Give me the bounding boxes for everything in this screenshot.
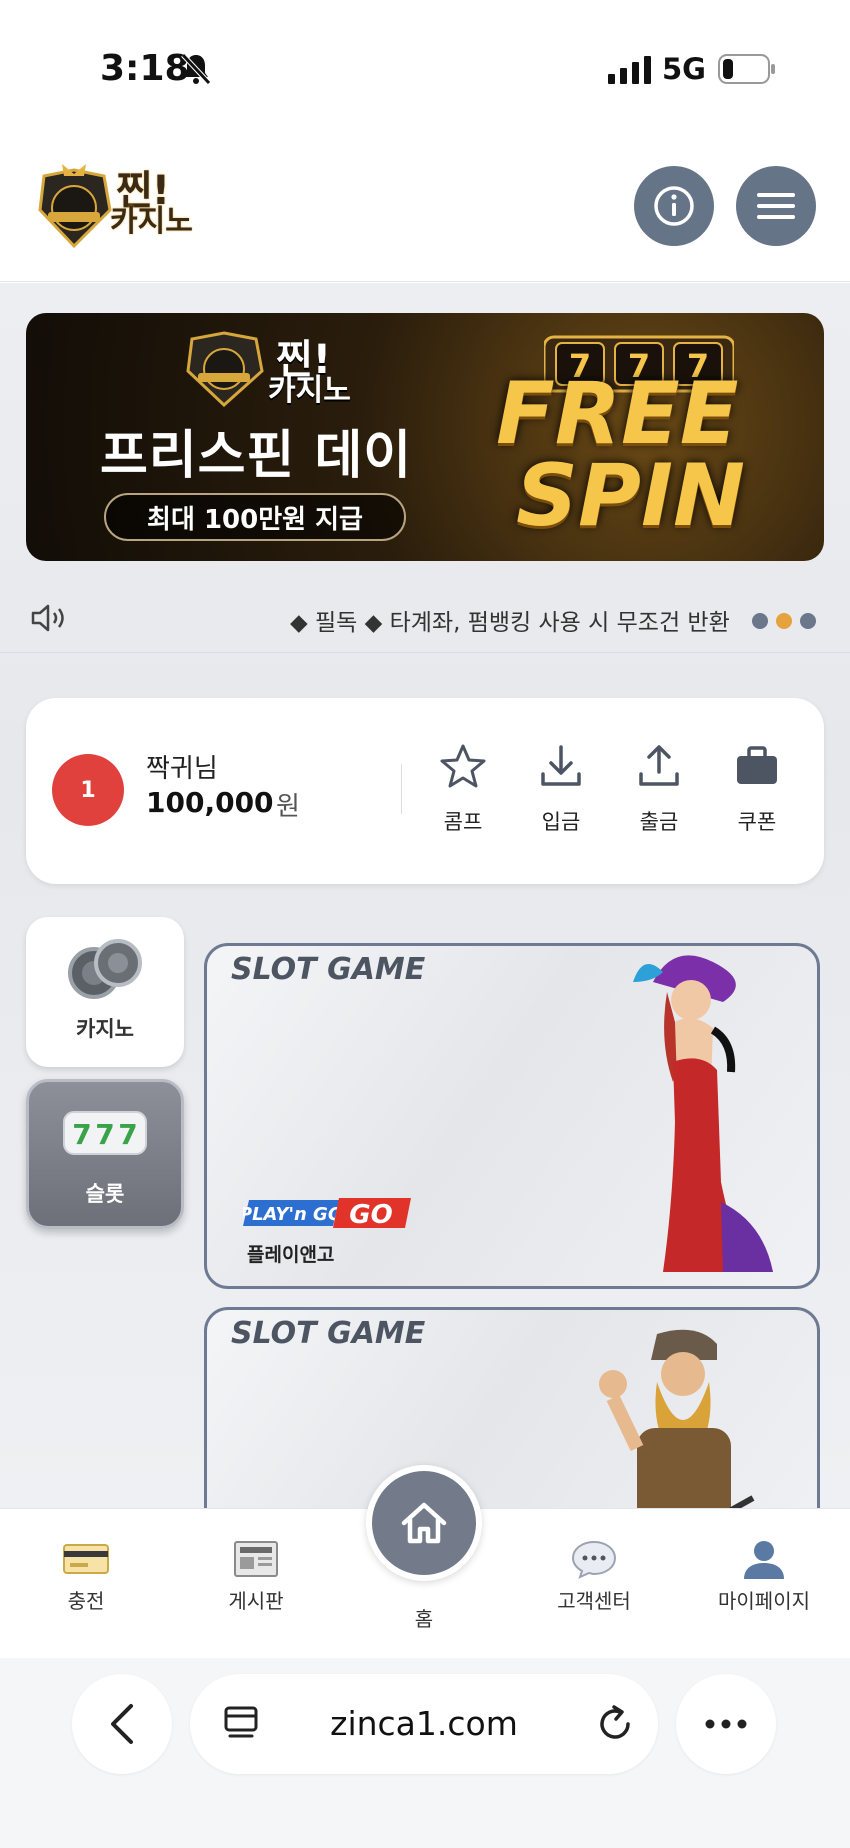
- game-tag: SLOT GAME: [231, 1316, 426, 1351]
- newspaper-icon: [234, 1541, 278, 1577]
- hamburger-icon: [757, 193, 795, 219]
- user-name: 짝귀님: [146, 754, 218, 784]
- more-button[interactable]: [676, 1674, 776, 1774]
- level-badge: 1: [52, 754, 124, 826]
- url-text: zinca1.com: [330, 1704, 518, 1743]
- home-icon: [401, 1502, 447, 1544]
- notice-text: ◆ 필독 ◆ 타계좌, 펌뱅킹 사용 시 무조건 반환: [290, 610, 730, 636]
- download-icon: [541, 745, 581, 786]
- category-label: 슬롯: [85, 1182, 125, 1206]
- banner-pill: 최대 100만원 지급: [104, 493, 406, 541]
- nav-label: 충전: [67, 1589, 105, 1613]
- address-bar[interactable]: zinca1.com: [190, 1674, 658, 1774]
- main-content: 찐! 카지노 프리스핀 데이 최대 100만원 지급 7 7 7 FREE SP…: [0, 283, 850, 1508]
- reload-icon[interactable]: [596, 1704, 634, 1744]
- status-bar: 3:18 5G: [0, 0, 850, 140]
- action-label: 콤프: [443, 810, 483, 834]
- speaker-icon[interactable]: [30, 603, 68, 633]
- nav-label: 고객센터: [557, 1589, 631, 1613]
- action-label: 출금: [639, 810, 679, 834]
- bottom-nav: 충전 게시판 홈 고객센터 마이페이지: [0, 1465, 850, 1658]
- carousel-dots: [752, 613, 816, 629]
- nav-label: 마이페이지: [718, 1589, 810, 1613]
- nav-home-button[interactable]: [366, 1465, 482, 1581]
- nav-mypage[interactable]: 마이페이지: [694, 1539, 834, 1614]
- playngo-logo-icon: PLAY'n GO GO: [239, 1198, 411, 1230]
- banner-spin-text: SPIN: [516, 446, 745, 546]
- menu-button[interactable]: [736, 166, 816, 246]
- game-card-2[interactable]: SLOT GAME: [204, 1307, 820, 1508]
- banner-title: 프리스핀 데이: [100, 426, 413, 486]
- user-card: 1 짝귀님 100,000 원 콤프 입금 출금 쿠폰: [26, 698, 824, 884]
- carousel-dot[interactable]: [800, 613, 816, 629]
- battery-icon: [718, 54, 775, 84]
- nav-support[interactable]: 고객센터: [524, 1539, 664, 1614]
- svg-text:7: 7: [95, 1118, 114, 1151]
- withdraw-button[interactable]: 출금: [614, 742, 704, 852]
- svg-text:7: 7: [118, 1118, 137, 1151]
- svg-text:GO: GO: [349, 1200, 392, 1230]
- divider: [401, 764, 402, 814]
- balance-currency: 원: [276, 792, 300, 822]
- svg-text:7: 7: [72, 1118, 91, 1151]
- category-label: 카지노: [76, 1017, 134, 1041]
- balance-amount: 100,000: [146, 786, 274, 819]
- info-button[interactable]: [634, 166, 714, 246]
- back-button[interactable]: [72, 1674, 172, 1774]
- card-icon: [63, 1544, 109, 1574]
- brand-logo[interactable]: 찐! 카지노: [0, 140, 240, 282]
- game-tag: SLOT GAME: [231, 952, 426, 987]
- dwarf-miner-character-icon: [599, 1329, 755, 1508]
- coupon-button[interactable]: 쿠폰: [712, 742, 802, 852]
- signal-icon: [608, 56, 651, 84]
- provider-logo-text: PLAY'n GO: [243, 1204, 343, 1225]
- network-label: 5G: [662, 52, 706, 86]
- nav-charge[interactable]: 충전: [16, 1539, 156, 1614]
- slot-reels-icon: 7 7 7: [63, 1111, 147, 1155]
- provider-name: 플레이앤고: [247, 1244, 335, 1266]
- notice-ticker: ◆ 필독 ◆ 타계좌, 펌뱅킹 사용 시 무조건 반환: [0, 583, 850, 653]
- promo-banner[interactable]: 찐! 카지노 프리스핀 데이 최대 100만원 지급 7 7 7 FREE SP…: [26, 313, 824, 561]
- category-slot[interactable]: 7 7 7 슬롯: [26, 1079, 184, 1229]
- category-casino[interactable]: 카지노: [26, 917, 184, 1067]
- bell-muted-icon: [181, 53, 211, 85]
- info-icon: [654, 186, 694, 226]
- browser-toolbar: zinca1.com: [0, 1658, 850, 1848]
- star-icon: [440, 744, 486, 788]
- banner-free-text: FREE: [496, 364, 739, 464]
- chat-bubble-icon: [571, 1540, 617, 1579]
- nav-label: 게시판: [228, 1589, 284, 1613]
- showgirl-character-icon: [633, 955, 773, 1272]
- action-label: 입금: [541, 810, 581, 834]
- app-header: 찐! 카지노: [0, 140, 850, 282]
- carousel-dot-active[interactable]: [776, 613, 792, 629]
- upload-icon: [639, 745, 679, 786]
- game-card-playngo[interactable]: SLOT GAME PLAY'n GO GO 플레이앤고: [204, 943, 820, 1289]
- provider-logo: PLAY'n GO GO: [239, 1192, 413, 1232]
- logo-text-line2: 카지노: [110, 204, 193, 239]
- more-dots-icon: [705, 1719, 747, 1729]
- status-time: 3:18: [100, 48, 190, 89]
- home-button-inner: [372, 1471, 476, 1575]
- briefcase-icon: [737, 746, 777, 784]
- deposit-button[interactable]: 입금: [516, 742, 606, 852]
- action-label: 쿠폰: [737, 810, 777, 834]
- carousel-dot[interactable]: [752, 613, 768, 629]
- nav-label: 홈: [414, 1607, 434, 1631]
- chevron-left-icon: [111, 1704, 133, 1744]
- comp-button[interactable]: 콤프: [418, 742, 508, 852]
- banner-logo-line2: 카지노: [268, 373, 351, 408]
- user-icon: [744, 1541, 784, 1579]
- nav-board[interactable]: 게시판: [186, 1539, 326, 1614]
- casino-chips-icon: [68, 939, 142, 999]
